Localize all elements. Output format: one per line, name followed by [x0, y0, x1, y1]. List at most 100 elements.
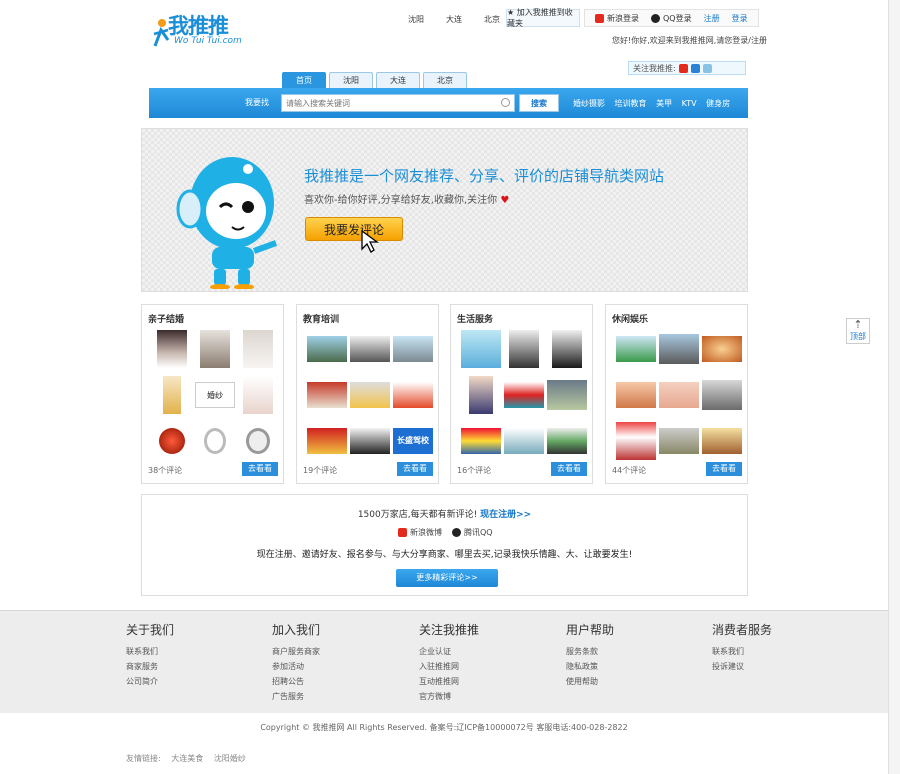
category-thumb[interactable] [504, 428, 544, 454]
banner-subtitle: 喜欢你-给你好评,分享给好友,收藏你,关注你 ♥ [304, 191, 509, 206]
tab-dalian[interactable]: 大连 [376, 72, 420, 89]
qq-login-link[interactable]: QQ登录 [651, 13, 692, 24]
site-logo[interactable]: 我推推 Wo Tui Tui.com [152, 10, 252, 52]
register-link[interactable]: 注册 [704, 13, 720, 24]
category-thumb[interactable] [243, 330, 273, 368]
topnav-city-2[interactable]: 北京 [484, 14, 500, 25]
friend-link[interactable]: 沈阳婚纱 [214, 754, 246, 763]
topnav-city-0[interactable]: 沈阳 [408, 14, 424, 25]
category-thumb[interactable]: 长盛驾校 [393, 428, 433, 454]
category-thumb[interactable] [461, 330, 501, 368]
category-thumb[interactable] [616, 422, 656, 460]
tab-home[interactable]: 首页 [282, 72, 326, 89]
invite-panel: 1500万家店,每天都有新评论! 现在注册>> 新浪微博 腾讯QQ 现在注册、邀… [141, 494, 748, 596]
more-reviews-button[interactable]: 更多精彩评论>> [396, 569, 498, 587]
footer-link[interactable]: 招聘公告 [272, 674, 320, 689]
category-thumb[interactable] [659, 428, 699, 454]
category-thumb[interactable]: 婚纱 [195, 382, 235, 408]
tab-shenyang[interactable]: 沈阳 [329, 72, 373, 89]
post-review-button[interactable]: 我要发评论 [305, 217, 403, 241]
category-thumb[interactable] [702, 428, 742, 454]
category-thumb[interactable] [200, 330, 230, 368]
category-thumbs: 长盛驾校 [307, 329, 433, 461]
footer-link[interactable]: 参加活动 [272, 659, 320, 674]
category-thumb[interactable] [702, 380, 742, 410]
category-thumb[interactable] [469, 376, 493, 414]
footer-link[interactable]: 使用帮助 [566, 674, 614, 689]
footer-link[interactable]: 隐私政策 [566, 659, 614, 674]
copyright-text: Copyright © 我推推网 All Rights Reserved. 备案… [260, 723, 628, 732]
add-favorite-button[interactable]: ★ 加入我推推到收藏夹 [506, 8, 580, 28]
invite-qq-login[interactable]: 腾讯QQ [452, 527, 493, 538]
follow-label: 关注我推推: [633, 63, 676, 73]
footer-link[interactable]: 商户服务商家 [272, 644, 320, 659]
hot-keyword-4[interactable]: 健身房 [706, 99, 730, 108]
footer-link[interactable]: 公司简介 [126, 674, 174, 689]
category-thumb[interactable] [547, 428, 587, 454]
hot-keyword-3[interactable]: KTV [682, 99, 697, 108]
sina-login-link[interactable]: 新浪登录 [595, 13, 639, 24]
footer-link[interactable]: 联系我们 [126, 644, 174, 659]
invite-sina-login[interactable]: 新浪微博 [398, 527, 442, 538]
search-input[interactable] [281, 94, 515, 112]
category-thumb[interactable] [616, 382, 656, 408]
footer-link[interactable]: 服务条款 [566, 644, 614, 659]
footer-link[interactable]: 互动推推网 [419, 674, 479, 689]
category-thumb[interactable] [350, 382, 390, 408]
topnav-city-1[interactable]: 大连 [446, 14, 462, 25]
category-title: 休闲娱乐 [612, 315, 649, 325]
friend-link[interactable]: 大连美食 [171, 754, 203, 763]
category-thumb[interactable] [307, 428, 347, 454]
category-thumb[interactable] [393, 336, 433, 362]
page-scrollbar[interactable] [888, 0, 900, 774]
category-thumb[interactable] [246, 428, 270, 454]
category-thumb[interactable] [157, 330, 187, 368]
search-icon[interactable] [501, 98, 510, 107]
category-thumb[interactable] [350, 336, 390, 362]
category-thumb[interactable] [702, 336, 742, 362]
category-thumb[interactable] [393, 382, 433, 408]
category-thumb[interactable] [350, 428, 390, 454]
hot-keyword-1[interactable]: 培训教育 [615, 99, 647, 108]
category-view-button[interactable]: 去看看 [551, 462, 587, 476]
qq-follow-icon[interactable] [690, 63, 700, 73]
hot-keyword-2[interactable]: 美甲 [656, 99, 672, 108]
category-thumb[interactable] [461, 428, 501, 454]
category-thumb[interactable] [659, 334, 699, 364]
category-thumb[interactable] [307, 382, 347, 408]
footer-heading: 用户帮助 [566, 623, 615, 637]
category-thumb[interactable] [509, 330, 539, 368]
category-view-button[interactable]: 去看看 [242, 462, 278, 476]
category-title: 教育培训 [303, 315, 340, 325]
category-thumb[interactable] [547, 380, 587, 410]
weibo-follow-icon[interactable] [678, 63, 688, 73]
footer-link[interactable]: 官方微博 [419, 689, 479, 704]
footer-link[interactable]: 入驻推推网 [419, 659, 479, 674]
back-to-top-button[interactable]: ⇡ 顶部 [846, 318, 870, 344]
footer-link[interactable]: 投诉建议 [712, 659, 772, 674]
category-thumb[interactable] [243, 376, 273, 414]
footer-col-4: 消费者服务 联系我们 投诉建议 [712, 621, 772, 674]
search-button[interactable]: 搜索 [519, 94, 559, 112]
category-thumb[interactable] [504, 382, 544, 408]
register-now-link[interactable]: 现在注册>> [480, 510, 531, 520]
signin-link[interactable]: 登录 [732, 13, 748, 24]
tab-beijing[interactable]: 北京 [423, 72, 467, 89]
footer-link[interactable]: 商家服务 [126, 659, 174, 674]
hot-keyword-0[interactable]: 婚纱摄影 [573, 99, 605, 108]
footer-col-3: 用户帮助 服务条款 隐私政策 使用帮助 [566, 621, 614, 689]
category-thumb[interactable] [552, 330, 582, 368]
category-thumb[interactable] [659, 382, 699, 408]
category-thumb[interactable] [159, 428, 185, 454]
category-view-button[interactable]: 去看看 [706, 462, 742, 476]
category-thumb[interactable] [307, 336, 347, 362]
category-card-3: 休闲娱乐 44个评论 去看看 [605, 304, 748, 484]
category-view-button[interactable]: 去看看 [397, 462, 433, 476]
category-thumb[interactable] [204, 428, 226, 454]
category-thumb[interactable] [616, 336, 656, 362]
category-thumb[interactable] [163, 376, 181, 414]
tencent-follow-icon[interactable] [702, 63, 712, 73]
footer-link[interactable]: 联系我们 [712, 644, 772, 659]
footer-link[interactable]: 企业认证 [419, 644, 479, 659]
footer-link[interactable]: 广告服务 [272, 689, 320, 704]
